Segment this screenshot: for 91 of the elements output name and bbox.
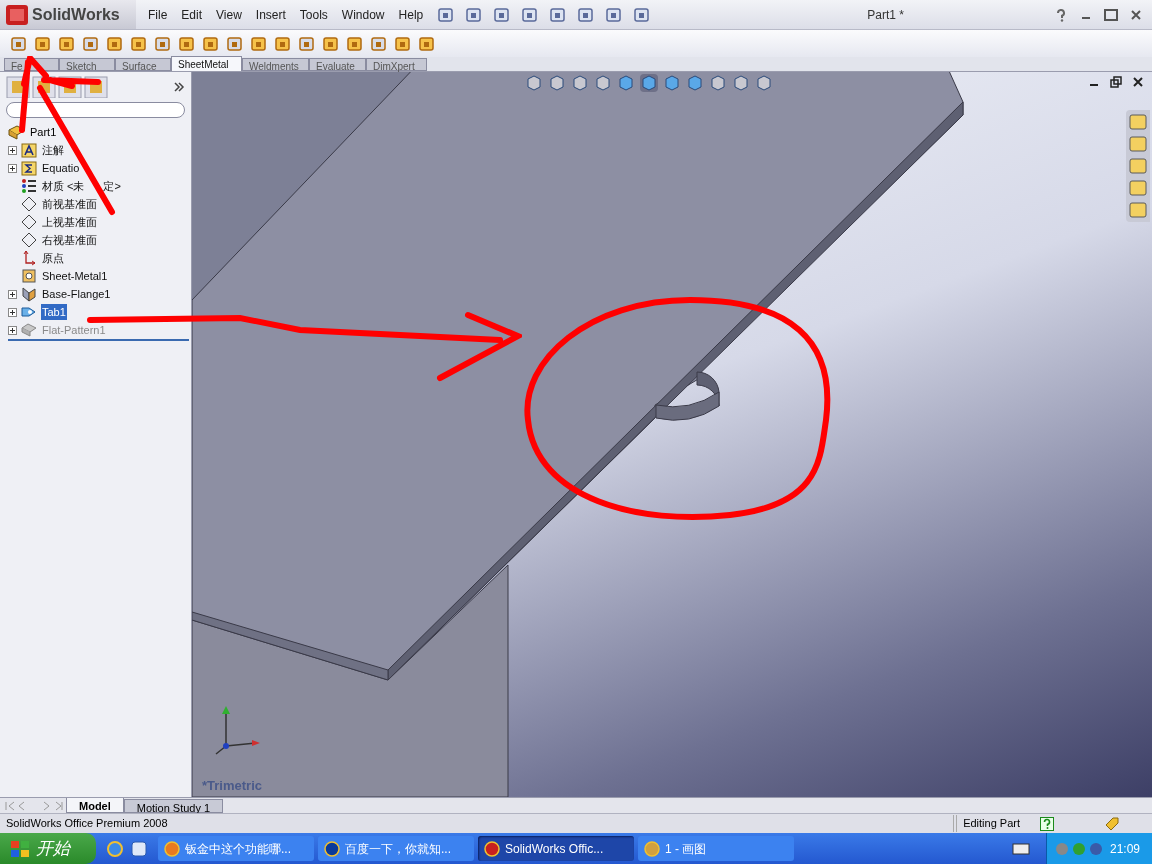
expand-toggle[interactable]	[8, 289, 17, 299]
toolbar-icon[interactable]	[154, 34, 172, 53]
toolbar-icon[interactable]	[34, 34, 52, 53]
close-icon[interactable]	[1130, 8, 1142, 21]
menu-item[interactable]: View	[210, 5, 248, 24]
expand-toggle[interactable]	[8, 163, 17, 173]
taskbar-button[interactable]: 钣金中这个功能哪...	[158, 836, 314, 861]
taskbar-button[interactable]: 1 - 画图	[638, 836, 794, 861]
tree-item[interactable]: 前视基准面	[41, 195, 98, 213]
tab-feature-icon	[21, 304, 37, 320]
toolbar-icon[interactable]	[226, 34, 244, 53]
tree-item[interactable]: Sheet-Metal1	[41, 267, 109, 285]
expand-chevron-icon[interactable]	[173, 81, 185, 93]
toolbar-icon[interactable]	[202, 34, 220, 53]
menu-item[interactable]: Insert	[249, 5, 292, 24]
tree-item-text: 定>	[103, 178, 121, 194]
menu-item[interactable]: Tools	[293, 5, 334, 24]
bottom-tab[interactable]: Motion Study 1	[123, 799, 224, 813]
toolbar-icon[interactable]	[394, 34, 412, 53]
cube-icon[interactable]	[640, 74, 658, 92]
menu-item[interactable]: Edit	[175, 5, 209, 24]
toolbar-icon[interactable]	[178, 34, 196, 53]
cube-icon[interactable]	[686, 74, 704, 92]
filter-field[interactable]	[6, 102, 185, 118]
command-tab[interactable]: DimXpert	[366, 58, 427, 71]
restore-icon[interactable]	[1110, 76, 1122, 88]
help-icon[interactable]	[1040, 816, 1054, 831]
toolbar-icon[interactable]	[322, 34, 340, 53]
toolbar-icon[interactable]	[106, 34, 124, 53]
logo-icon	[6, 4, 28, 25]
command-tab[interactable]: Evaluate	[309, 58, 366, 71]
expand-toggle[interactable]	[8, 325, 17, 335]
desktop-icon[interactable]	[130, 839, 148, 858]
command-tab[interactable]: SheetMetal	[171, 56, 242, 71]
plane-icon	[21, 214, 37, 230]
tree-item[interactable]: Tab1	[41, 303, 67, 321]
plane-icon	[21, 196, 37, 212]
windows-logo-icon	[10, 839, 30, 858]
material-list-icon	[21, 178, 37, 194]
taskbar-button[interactable]: SolidWorks Offic...	[478, 836, 634, 861]
command-tab[interactable]: Sketch	[59, 58, 115, 71]
flat-pattern-icon	[21, 322, 37, 338]
toolbar-icon[interactable]	[58, 34, 76, 53]
annotation-folder-icon	[21, 142, 37, 158]
tree-item[interactable]: 右视基准面	[41, 231, 98, 249]
toolbar-icon[interactable]	[418, 34, 436, 53]
maximize-icon[interactable]	[1104, 8, 1118, 21]
tree-item[interactable]: 上视基准面	[41, 213, 98, 231]
toolbar-icon[interactable]	[346, 34, 364, 53]
tree-item[interactable]: Base-Flange1	[41, 285, 112, 303]
clock: 21:09	[1110, 840, 1141, 858]
bottom-tab[interactable]: Model	[66, 798, 124, 813]
status-text: SolidWorks Office Premium 2008	[6, 816, 168, 832]
tree-item[interactable]: Equatio	[41, 159, 81, 177]
menu-item[interactable]: File	[142, 5, 174, 24]
logo-panel[interactable]: SolidWorks	[0, 0, 136, 29]
expand-toggle[interactable]	[8, 307, 17, 317]
cube-icon[interactable]	[663, 74, 681, 92]
toolbar-icon[interactable]	[82, 34, 100, 53]
expand-toggle[interactable]	[8, 145, 17, 155]
tree-item[interactable]: 材质 <未	[41, 177, 86, 195]
plane-icon	[21, 232, 37, 248]
close-icon[interactable]	[1132, 76, 1144, 88]
view-orientation-label: *Trimetric	[202, 776, 262, 795]
origin-icon	[21, 250, 37, 266]
taskbar-button[interactable]: 百度一下，你就知...	[318, 836, 474, 861]
command-tab[interactable]: Surface	[115, 58, 171, 71]
toolbar-icon[interactable]	[274, 34, 292, 53]
toolbar-icon[interactable]	[370, 34, 388, 53]
toolbar-icon[interactable]	[10, 34, 28, 53]
app-logo-text: SolidWorks	[32, 4, 120, 25]
toolbar-icon[interactable]	[298, 34, 316, 53]
notch-cutout	[655, 371, 720, 421]
document-title: Part1 *	[867, 6, 904, 24]
tray-icon[interactable]	[1089, 841, 1103, 856]
sigma-folder-icon	[21, 160, 37, 176]
menu-item[interactable]: Help	[392, 5, 430, 24]
flange-icon	[21, 286, 37, 302]
tree-item[interactable]: 注解	[41, 141, 65, 159]
cube-icon[interactable]	[617, 74, 635, 92]
command-tab[interactable]: Weldments	[242, 58, 309, 71]
toolbar-icon[interactable]	[130, 34, 148, 53]
toolbar-icon[interactable]	[250, 34, 268, 53]
tree-item[interactable]: Part1	[30, 123, 57, 141]
keyboard-icon[interactable]	[1012, 842, 1030, 855]
start-button[interactable]: 开始	[0, 833, 96, 864]
help-icon[interactable]	[1054, 7, 1068, 22]
menu-item[interactable]: Window	[335, 5, 391, 24]
tree-item[interactable]: 原点	[41, 249, 65, 267]
tag-icon[interactable]	[1104, 815, 1120, 832]
sheet-metal-icon	[21, 268, 37, 284]
